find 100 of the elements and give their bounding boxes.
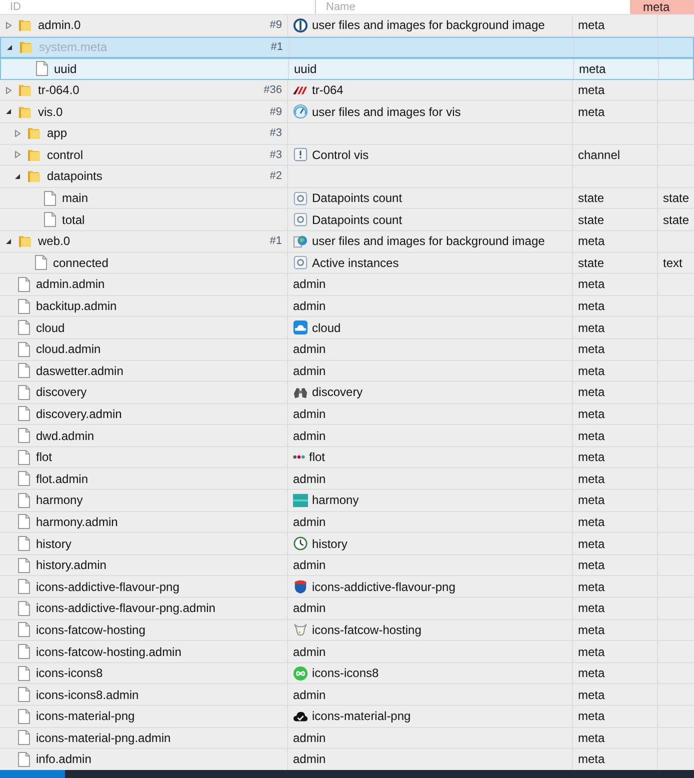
expand-triangle-icon[interactable] [6,22,12,29]
child-count: #9 [270,19,282,32]
tree-row[interactable]: discovery.admin admin meta [0,404,694,426]
globe-icon [293,234,308,249]
collapse-triangle-icon[interactable] [7,44,13,51]
state-icon [293,212,308,228]
folder-icon [18,234,32,248]
expand-triangle-icon[interactable] [15,151,21,158]
tree-row[interactable]: discovery discovery meta [0,382,694,404]
name-filter-field[interactable]: Name [316,0,630,14]
tree-row[interactable]: history.admin admin meta [0,554,694,576]
file-icon [18,276,30,292]
object-name: admin [293,299,326,314]
file-icon [18,384,30,400]
collapse-triangle-icon[interactable] [6,238,12,245]
child-count: #3 [270,148,282,161]
object-type: meta [578,493,605,508]
tree-row[interactable]: datapoints #2 [0,166,694,188]
file-icon [18,342,30,357]
file-icon [18,471,30,486]
tree-row[interactable]: icons-fatcow-hosting icons-fatcow-hosting meta [0,620,694,642]
file-icon [18,730,30,746]
shield-icon [293,579,308,594]
taskbar-start-tile[interactable] [0,770,65,778]
object-type: meta [578,622,605,637]
tree-row[interactable]: tr-064.0 #36 tr-064 meta [0,80,694,102]
tree-row[interactable]: icons-addictive-flavour-png.admin admin meta [0,598,694,620]
folder-icon [18,18,32,32]
object-name: Datapoints count [312,191,402,206]
object-name: admin [293,428,326,443]
object-role: state [663,212,690,227]
tree-row[interactable]: backitup.admin admin meta [0,296,694,318]
tree-row[interactable]: cloud cloud meta [0,317,694,339]
object-type: meta [578,234,605,248]
tree-row[interactable]: icons-addictive-flavour-png icons-addictive-flavour-png meta [0,576,694,598]
object-type: meta [578,472,605,486]
object-name: admin [293,558,326,572]
object-id: dwd.admin [36,428,94,443]
object-id: daswetter.admin [36,364,124,378]
object-id: info.admin [36,752,92,766]
tree-row[interactable]: control #3 Control vis channel [0,144,694,166]
object-type: meta [578,514,605,529]
tree-row[interactable]: daswetter.admin admin meta [0,360,694,382]
file-icon [18,514,30,530]
object-id: web.0 [38,234,70,248]
tree-row[interactable]: main Datapoints count state state [0,188,694,210]
tree-row[interactable]: icons-icons8 icons-icons8 meta [0,662,694,684]
child-count: #2 [270,170,282,182]
object-id: history.admin [36,558,106,572]
type-filter-select[interactable]: meta [630,0,694,14]
file-icon [18,450,30,465]
tree-row[interactable]: dwd.admin admin meta [0,425,694,447]
tree-row[interactable]: flot.admin admin meta [0,468,694,490]
tree-row[interactable]: vis.0 #9 user files and images for vis meta [0,101,694,123]
tree-row[interactable]: harmony harmony meta [0,490,694,512]
file-icon [18,752,30,767]
tree-row[interactable]: flot flot meta [0,446,694,468]
dots-icon [293,455,305,460]
tree-row[interactable]: admin.0 #9 user files and images for background image meta [0,15,694,37]
object-type: meta [579,62,606,76]
expand-triangle-icon[interactable] [15,130,21,137]
object-id: cloud [36,320,65,335]
object-id: history [36,536,72,551]
tree-row[interactable]: uuid uuid meta [0,58,694,80]
object-type: meta [578,536,605,551]
tree-row[interactable]: icons-fatcow-hosting.admin admin meta [0,641,694,663]
tree-row[interactable]: icons-material-png icons-material-png meta [0,706,694,728]
object-type: meta [578,385,605,400]
tree-row[interactable]: cloud.admin admin meta [0,338,694,360]
state-icon [293,255,308,270]
file-icon [18,536,30,552]
file-icon [18,492,30,508]
tree-row[interactable]: admin.admin admin meta [0,274,694,296]
tree-row[interactable]: total Datapoints count state state [0,209,694,231]
id-filter-field[interactable]: ID [0,0,315,14]
object-type: meta [578,580,605,594]
tree-row[interactable]: icons-material-png.admin admin meta [0,728,694,750]
gauge-icon [293,104,308,120]
tree-row[interactable]: harmony.admin admin meta [0,512,694,534]
tree-row[interactable]: history history meta [0,533,694,555]
expand-triangle-icon[interactable] [6,86,12,94]
file-icon [18,579,30,594]
tree-row[interactable]: connected Active instances state text [0,252,694,274]
tree-row[interactable]: web.0 #1 user files and images for background image meta [0,230,694,253]
object-id: backitup.admin [36,299,117,314]
collapse-triangle-icon[interactable] [6,108,12,116]
object-id: icons-material-png.admin [36,730,171,745]
object-id: flot [36,450,52,464]
tree-row[interactable]: app #3 [0,122,694,145]
object-name: user files and images for background image [312,234,545,248]
file-icon [18,666,30,681]
clock-icon [293,536,308,552]
object-name: admin [293,601,326,616]
collapse-triangle-icon[interactable] [15,172,21,180]
power-icon [293,18,308,33]
tree-row[interactable]: system.meta #1 [0,36,694,58]
object-type: meta [578,644,605,659]
state-icon [293,190,308,206]
tree-row[interactable]: icons-icons8.admin admin meta [0,684,694,706]
object-id: discovery [36,385,87,400]
